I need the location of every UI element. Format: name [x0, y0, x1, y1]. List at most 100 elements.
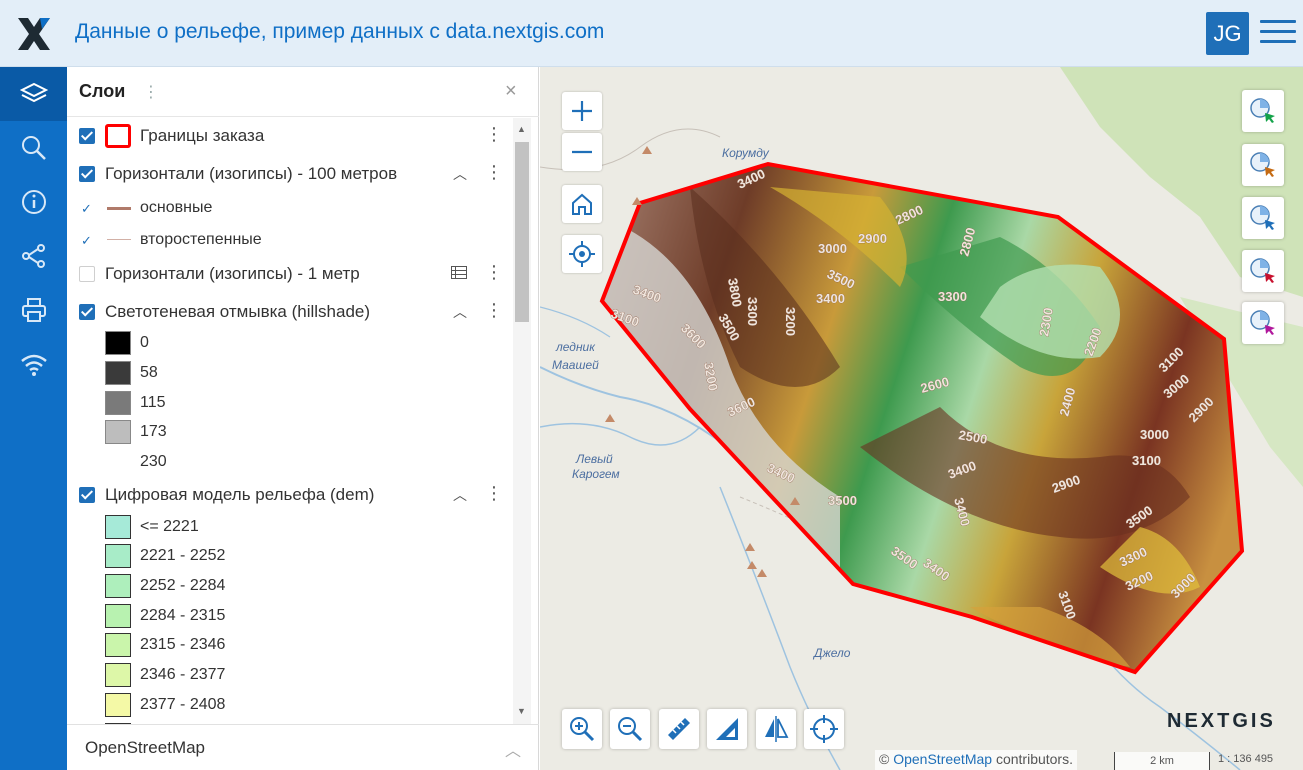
identify-tool-purple[interactable] [1242, 302, 1284, 344]
legend-item: 58 [67, 358, 513, 388]
measure-area-button[interactable] [707, 709, 747, 749]
legend-item: 0 [67, 328, 513, 358]
layer-checkbox[interactable] [79, 128, 95, 144]
zoom-in-button[interactable] [562, 92, 602, 130]
share-tab-button[interactable] [0, 229, 67, 283]
panel-menu-icon[interactable]: ⋮ [143, 82, 159, 102]
crosshair-icon [810, 715, 838, 743]
place-label: Левый [575, 452, 613, 466]
layer-checkbox[interactable] [79, 266, 95, 282]
layer-order-bounds[interactable]: Границы заказа ⋮ [67, 121, 513, 151]
color-swatch [105, 693, 131, 717]
color-swatch [105, 391, 131, 415]
layer-tree-scrollbar[interactable]: ▲ ▼ [513, 118, 531, 724]
map-canvas[interactable]: Корумду ледник Маашей Левый Карогем Джел… [540, 67, 1303, 770]
swipe-button[interactable] [756, 709, 796, 749]
app-header: Данные о рельефе, пример данных с data.n… [0, 0, 1303, 67]
chevron-up-icon[interactable]: ︿ [453, 302, 467, 322]
layers-panel-header: Слои ⋮ × [67, 67, 539, 117]
layer-contours-100[interactable]: Горизонтали (изогипсы) - 100 метров ︿ ⋮ [67, 159, 513, 189]
layers-icon [19, 82, 48, 103]
layer-contours-1[interactable]: Горизонтали (изогипсы) - 1 метр ⋮ [67, 259, 513, 289]
color-swatch [105, 574, 131, 598]
scale-bar: 2 km [1114, 752, 1210, 770]
legend-label: основные [140, 199, 213, 216]
identify-tool-orange[interactable] [1242, 144, 1284, 186]
legend-label: 2315 - 2346 [140, 636, 226, 653]
color-swatch [105, 420, 131, 444]
basemap-selector[interactable]: OpenStreetMap ︿ [67, 724, 539, 770]
layer-hillshade[interactable]: Светотеневая отмывка (hillshade) ︿ ⋮ [67, 297, 513, 327]
layers-tab-button[interactable] [0, 67, 67, 121]
more-icon[interactable]: ⋮ [485, 124, 503, 145]
place-label: Корумду [722, 146, 770, 160]
scale-ratio: 1 : 136 495 [1218, 753, 1274, 765]
measure-distance-button[interactable] [659, 709, 699, 749]
print-tab-button[interactable] [0, 283, 67, 337]
zoom-in-box-button[interactable] [562, 709, 602, 749]
layer-label: Горизонтали (изогипсы) - 100 метров [105, 164, 398, 183]
contour-label: 3200 [783, 307, 798, 336]
place-label: Маашей [552, 358, 599, 372]
color-swatch [105, 663, 131, 687]
home-icon [572, 193, 592, 215]
wifi-tab-button[interactable] [0, 337, 67, 391]
close-icon[interactable]: × [505, 80, 517, 103]
zoom-out-box-button[interactable] [610, 709, 650, 749]
legend-label: второстепенные [140, 231, 262, 248]
attribution-link[interactable]: OpenStreetMap [893, 751, 992, 767]
layer-label: Светотеневая отмывка (hillshade) [105, 302, 371, 321]
table-icon[interactable] [451, 266, 467, 279]
crosshair-button[interactable] [804, 709, 844, 749]
more-icon[interactable]: ⋮ [485, 262, 503, 283]
identify-tool-red[interactable] [1242, 250, 1284, 292]
contour-label: 3400 [816, 291, 845, 306]
legend-label: 58 [140, 364, 158, 381]
scroll-down-icon[interactable]: ▼ [517, 706, 526, 716]
layer-checkbox[interactable] [79, 166, 95, 182]
chevron-up-icon[interactable]: ︿ [453, 164, 467, 184]
contour-label: 2900 [858, 231, 887, 246]
more-icon[interactable]: ⋮ [485, 483, 503, 504]
more-icon[interactable]: ⋮ [485, 300, 503, 321]
layer-tree: Границы заказа ⋮ Горизонтали (изогипсы) … [67, 118, 513, 724]
legend-label: 173 [140, 423, 167, 440]
layer-checkbox[interactable] [79, 304, 95, 320]
home-button[interactable] [562, 185, 602, 223]
legend-item: 2346 - 2377 [67, 660, 513, 690]
chevron-up-icon[interactable]: ︿ [453, 485, 467, 505]
user-avatar-button[interactable]: JG [1206, 12, 1249, 55]
info-icon [21, 190, 46, 214]
layer-label: Границы заказа [140, 126, 265, 145]
legend-label: 2284 - 2315 [140, 607, 226, 624]
more-icon[interactable]: ⋮ [485, 162, 503, 183]
layer-checkbox[interactable] [79, 487, 95, 503]
identify-tool-green[interactable] [1242, 90, 1284, 132]
chevron-up-icon[interactable]: ︿ [505, 737, 521, 761]
polygon-symbol-icon [105, 124, 131, 148]
search-tab-button[interactable] [0, 121, 67, 175]
scrollbar-thumb[interactable] [515, 142, 529, 322]
map-view[interactable]: Корумду ледник Маашей Левый Карогем Джел… [540, 67, 1303, 770]
identify-layer-icon [1250, 205, 1275, 230]
scroll-up-icon[interactable]: ▲ [517, 124, 526, 134]
legend-item: 2315 - 2346 [67, 630, 513, 660]
layer-dem[interactable]: Цифровая модель рельефа (dem) ︿ ⋮ [67, 480, 513, 510]
nextgis-logo-icon[interactable] [14, 14, 54, 54]
check-icon[interactable]: ✓ [81, 233, 92, 249]
swipe-icon [765, 716, 789, 742]
legend-item: 2221 - 2252 [67, 541, 513, 571]
zoom-out-button[interactable] [562, 133, 602, 171]
identify-tool-blue[interactable] [1242, 197, 1284, 239]
legend-item: 2284 - 2315 [67, 601, 513, 631]
color-swatch [105, 515, 131, 539]
info-tab-button[interactable] [0, 175, 67, 229]
check-icon[interactable]: ✓ [81, 201, 92, 217]
menu-icon[interactable] [1260, 20, 1296, 48]
legend-item: ✓ основные [67, 193, 513, 223]
line-symbol-icon [107, 207, 131, 210]
legend-item: 2252 - 2284 [67, 571, 513, 601]
locate-button[interactable] [562, 235, 602, 273]
legend-label: 230 [140, 453, 167, 470]
zoom-out-icon [618, 717, 643, 742]
